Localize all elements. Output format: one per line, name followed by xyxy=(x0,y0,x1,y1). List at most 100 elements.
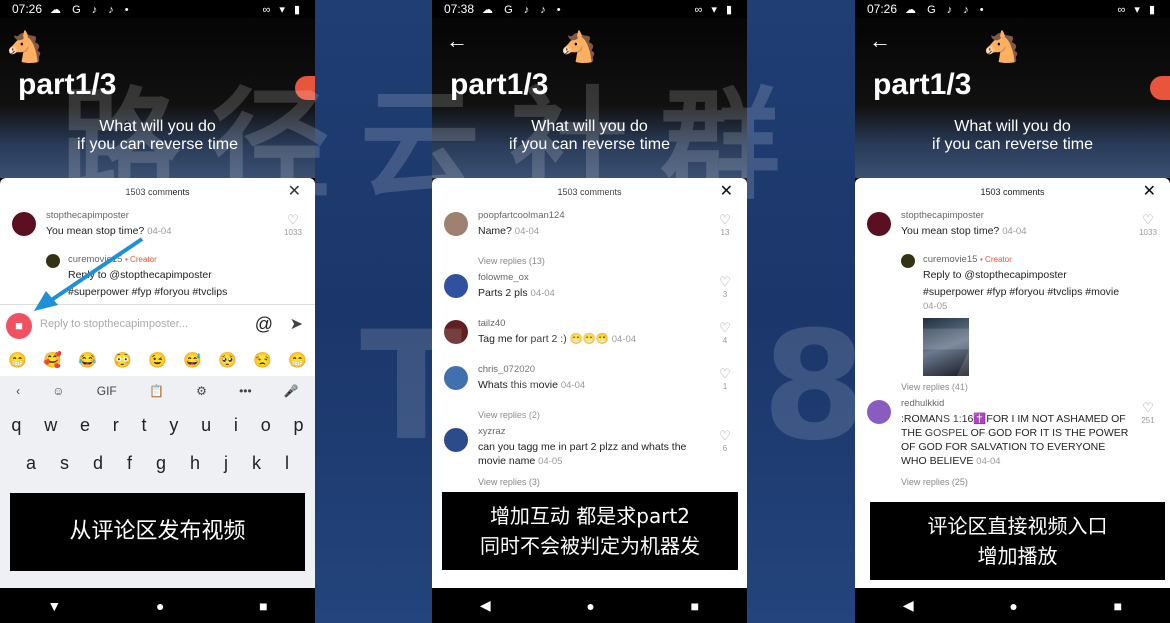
collapse-icon[interactable]: ‹ xyxy=(16,384,20,398)
notification-icons: ☁ G ♪ ♪ • xyxy=(50,3,133,16)
reply-username[interactable]: curemovie15 xyxy=(923,254,977,265)
key[interactable]: a xyxy=(26,453,36,474)
caption-line-2: if you can reverse time xyxy=(932,136,1093,153)
emoji-button[interactable]: 😂 xyxy=(78,351,97,369)
key[interactable]: y xyxy=(169,415,178,436)
sticker-icon[interactable]: ☺ xyxy=(52,384,64,398)
send-icon[interactable]: ➤ xyxy=(290,314,303,334)
key[interactable]: k xyxy=(252,453,261,474)
like-button[interactable]: ♡ 13 xyxy=(713,212,737,237)
comment-item[interactable]: stopthecapimposter You mean stop time? 0… xyxy=(855,206,1170,252)
back-nav-icon[interactable]: ◀ xyxy=(480,597,491,614)
gif-button[interactable]: GIF xyxy=(97,384,117,398)
view-replies-link[interactable]: View replies (3) xyxy=(478,477,747,487)
key[interactable]: g xyxy=(156,453,166,474)
avatar[interactable] xyxy=(12,212,36,236)
annotation-line-2: 增加播放 xyxy=(977,544,1058,568)
video-part-label: part1/3 xyxy=(873,68,972,101)
caption-line-1: What will you do xyxy=(99,118,216,135)
key[interactable]: t xyxy=(142,415,147,436)
comments-count: 1503 comments xyxy=(980,187,1045,197)
key[interactable]: l xyxy=(285,453,289,474)
key[interactable]: j xyxy=(224,453,228,474)
close-icon[interactable]: ✕ xyxy=(1143,178,1156,206)
key[interactable]: r xyxy=(113,415,119,436)
microphone-icon[interactable]: 🎤 xyxy=(284,384,299,398)
comment-user[interactable]: stopthecapimposter xyxy=(46,210,275,221)
comment-input[interactable]: Reply to stopthecapimposter... xyxy=(40,318,188,330)
heart-icon: ♡ xyxy=(719,212,731,227)
key[interactable]: e xyxy=(80,415,90,436)
video-player[interactable]: ← 🐴 part1/3 What will you do if you can … xyxy=(0,18,315,178)
like-button[interactable]: ♡ 1033 xyxy=(281,212,305,237)
recents-nav-icon[interactable]: ■ xyxy=(691,598,699,614)
view-replies-link[interactable]: View replies (25) xyxy=(901,477,1170,487)
back-arrow-icon[interactable]: ← xyxy=(869,28,891,54)
comment-user[interactable]: folowme_ox xyxy=(478,272,707,283)
comment-date: 04-04 xyxy=(514,226,540,237)
avatar[interactable] xyxy=(867,212,891,236)
emoji-button[interactable]: 😅 xyxy=(183,351,202,369)
annotation-line-1: 增加互动 都是求part2 xyxy=(489,504,691,528)
view-replies-link[interactable]: View replies (13) xyxy=(478,256,747,266)
keyboard-row-2: a s d f g h j k l xyxy=(0,444,315,482)
home-nav-icon[interactable]: ● xyxy=(586,598,594,614)
back-nav-icon[interactable]: ◀ xyxy=(903,597,914,614)
video-player[interactable]: ← 🐴 part1/3 What will you do if you can … xyxy=(855,18,1170,178)
emoji-button[interactable]: 🥰 xyxy=(43,351,62,369)
annotation-line-1: 评论区直接视频入口 xyxy=(927,514,1108,538)
key[interactable]: f xyxy=(127,453,132,474)
close-icon[interactable]: ✕ xyxy=(720,178,733,206)
video-caption: What will you do if you can reverse time xyxy=(855,118,1170,154)
like-button[interactable]: ♡ 1033 xyxy=(1136,212,1160,237)
recents-nav-icon[interactable]: ■ xyxy=(1114,598,1122,614)
status-time: 07:38 xyxy=(444,2,475,16)
clipboard-icon[interactable]: 📋 xyxy=(149,384,164,398)
home-nav-icon[interactable]: ● xyxy=(156,598,164,614)
video-part-label: part1/3 xyxy=(450,68,549,101)
caption-line-1: What will you do xyxy=(954,118,1071,135)
key[interactable]: d xyxy=(93,453,103,474)
more-icon[interactable]: ••• xyxy=(239,384,252,398)
like-button[interactable]: ♡ 3 xyxy=(713,274,737,299)
system-icons: ∞ ▾ ▮ xyxy=(1117,3,1158,16)
like-count: 13 xyxy=(720,228,730,237)
mention-icon[interactable]: @ xyxy=(255,314,273,335)
gear-icon[interactable]: ⚙ xyxy=(196,384,207,398)
watermark-2: TO 87 xyxy=(360,300,1051,474)
pointer-arrow-icon xyxy=(34,237,144,311)
like-button[interactable]: ♡ 251 xyxy=(1136,400,1160,425)
emoji-button[interactable]: 😁 xyxy=(288,351,307,369)
comment-date: 04-04 xyxy=(1002,226,1027,237)
record-icon[interactable] xyxy=(1150,76,1170,100)
avatar[interactable] xyxy=(444,212,468,236)
key[interactable]: h xyxy=(190,453,200,474)
emoji-button[interactable]: 🥺 xyxy=(218,351,237,369)
comment-user[interactable]: stopthecapimposter xyxy=(901,210,1130,221)
comment-user[interactable]: poopfartcoolman124 xyxy=(478,210,707,221)
video-reply-button[interactable]: ■ xyxy=(6,313,32,339)
key[interactable]: p xyxy=(294,415,304,436)
caption-line-2: if you can reverse time xyxy=(509,136,670,153)
key[interactable]: w xyxy=(44,415,57,436)
video-player[interactable]: ← 🐴 part1/3 What will you do if you can … xyxy=(432,18,747,178)
avatar[interactable] xyxy=(444,274,468,298)
key[interactable]: s xyxy=(60,453,69,474)
emoji-button[interactable]: 😳 xyxy=(113,351,132,369)
key[interactable]: u xyxy=(201,415,211,436)
emoji-button[interactable]: 😉 xyxy=(148,351,167,369)
back-nav-icon[interactable]: ▼ xyxy=(47,598,61,614)
home-nav-icon[interactable]: ● xyxy=(1009,598,1017,614)
status-bar: 07:38 ☁ G ♪ ♪ • ∞ ▾ ▮ xyxy=(432,0,747,18)
emoji-button[interactable]: 😒 xyxy=(253,351,272,369)
record-icon[interactable] xyxy=(295,76,315,100)
back-arrow-icon[interactable]: ← xyxy=(446,28,468,54)
key[interactable]: o xyxy=(261,415,271,436)
close-icon[interactable]: ✕ xyxy=(288,178,301,206)
emoji-button[interactable]: 😁 xyxy=(8,351,27,369)
key[interactable]: q xyxy=(11,415,21,436)
key[interactable]: i xyxy=(234,415,238,436)
comment-item[interactable]: poopfartcoolman124 Name? 04-04 ♡ 13 xyxy=(432,206,747,252)
recents-nav-icon[interactable]: ■ xyxy=(259,598,267,614)
avatar[interactable] xyxy=(901,254,915,268)
